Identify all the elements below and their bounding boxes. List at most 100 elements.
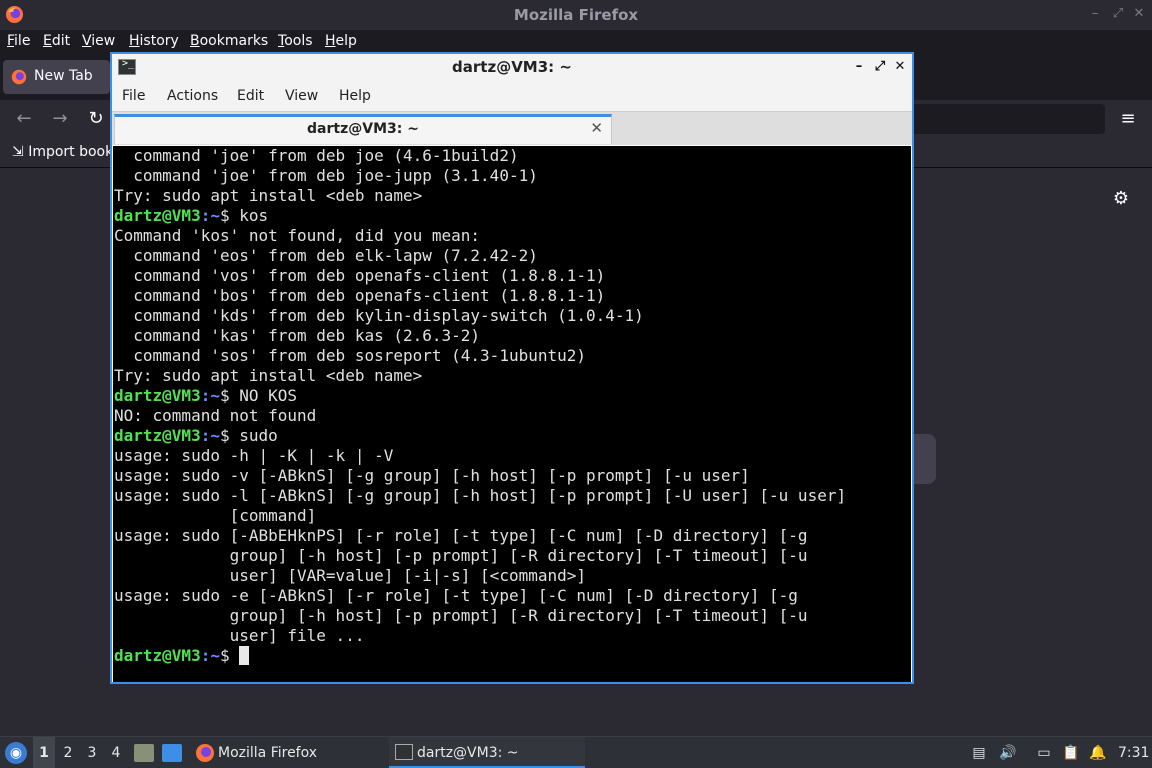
output-text: Try: sudo apt install <deb name> xyxy=(114,366,423,385)
output-text: Command 'kos' not found, did you mean: xyxy=(114,226,481,245)
prompt-user: dartz@VM3 xyxy=(114,426,201,445)
prompt-path: :~ xyxy=(200,426,220,445)
url-bar[interactable] xyxy=(900,104,1105,134)
network-icon[interactable]: ▭ xyxy=(1035,744,1053,762)
file-manager-icon[interactable] xyxy=(134,744,154,762)
prompt-path: :~ xyxy=(200,386,220,405)
tab-close-icon[interactable]: ✕ xyxy=(590,119,603,137)
terminal-line: usage: sudo -h | -K | -k | -V xyxy=(114,446,393,466)
command-text: $ xyxy=(219,646,240,665)
prompt-path: :~ xyxy=(200,206,220,225)
terminal-output[interactable]: command 'joe' from deb joe (4.6-1build2)… xyxy=(113,146,911,682)
clock: 7:31 xyxy=(1118,745,1150,761)
output-text: usage: sudo -l [-ABknS] [-g group] [-h h… xyxy=(114,486,847,505)
updates-icon[interactable]: ▤ xyxy=(970,744,988,762)
terminal-tab-title: dartz@VM3: ~ xyxy=(307,121,419,137)
menu-help[interactable]: Help xyxy=(325,33,357,49)
terminal-titlebar: >_ dartz@VM3: ~ – ⤢ ✕ xyxy=(112,54,912,81)
terminal-line: group] [-h host] [-p prompt] [-R directo… xyxy=(114,606,808,626)
forward-icon[interactable]: → xyxy=(49,108,71,130)
output-text: usage: sudo -h | -K | -k | -V xyxy=(114,446,394,465)
back-icon[interactable]: ← xyxy=(13,108,35,130)
maximize-icon[interactable]: ⤢ xyxy=(1110,6,1126,22)
firefox-titlebar: Mozilla Firefox – ⤢ ✕ xyxy=(0,0,1152,30)
command-text: $ kos xyxy=(219,206,269,225)
terminal-line: dartz@VM3:~$ sudo xyxy=(114,426,278,446)
task-firefox-label: Mozilla Firefox xyxy=(218,745,318,761)
output-text: group] [-h host] [-p prompt] [-R directo… xyxy=(114,546,808,565)
terminal-line: usage: sudo -l [-ABknS] [-g group] [-h h… xyxy=(114,486,846,506)
workspace-4[interactable]: 4 xyxy=(105,737,127,768)
menu-file[interactable]: File xyxy=(7,33,30,49)
terminal-line: command 'kas' from deb kas (2.6.3-2) xyxy=(114,326,480,346)
terminal-task-icon xyxy=(395,744,413,760)
output-text: command 'sos' from deb sosreport (4.3-1u… xyxy=(114,346,587,365)
terminal-line: NO: command not found xyxy=(114,406,316,426)
terminal-line: usage: sudo -v [-ABknS] [-g group] [-h h… xyxy=(114,466,750,486)
output-text: Try: sudo apt install <deb name> xyxy=(114,186,423,205)
terminal-menu-help[interactable]: Help xyxy=(339,88,371,104)
notification-icon[interactable]: 🔔 xyxy=(1089,744,1107,762)
terminal-tab[interactable]: dartz@VM3: ~ ✕ xyxy=(114,114,612,144)
hamburger-menu-icon[interactable]: ≡ xyxy=(1118,109,1138,129)
terminal-line: command 'bos' from deb openafs-client (1… xyxy=(114,286,605,306)
clipboard-icon[interactable]: 📋 xyxy=(1062,744,1080,762)
gear-icon[interactable]: ⚙ xyxy=(1111,189,1131,209)
firefox-menubar: File Edit View History Bookmarks Tools H… xyxy=(0,30,1152,54)
output-text: usage: sudo -v [-ABknS] [-g group] [-h h… xyxy=(114,466,750,485)
output-text: command 'joe' from deb joe-jupp (3.1.40-… xyxy=(114,166,538,185)
terminal-menu-actions[interactable]: Actions xyxy=(167,88,218,104)
terminal-line: Command 'kos' not found, did you mean: xyxy=(114,226,480,246)
output-text: command 'eos' from deb elk-lapw (7.2.42-… xyxy=(114,246,538,265)
minimize-icon[interactable]: – xyxy=(1087,6,1103,22)
menu-bookmarks[interactable]: Bookmarks xyxy=(190,33,268,49)
menu-tools[interactable]: Tools xyxy=(278,33,313,49)
terminal-close-icon[interactable]: ✕ xyxy=(893,59,907,75)
reload-icon[interactable]: ↻ xyxy=(85,108,107,130)
menu-view[interactable]: View xyxy=(82,33,115,49)
volume-icon[interactable]: 🔊 xyxy=(999,744,1017,762)
terminal-line: dartz@VM3:~$ NO KOS xyxy=(114,386,297,406)
terminal-menu-view[interactable]: View xyxy=(285,88,318,104)
workspace-3[interactable]: 3 xyxy=(81,737,103,768)
terminal-line: command 'vos' from deb openafs-client (1… xyxy=(114,266,605,286)
workspace-1[interactable]: 1 xyxy=(33,737,55,768)
output-text: user] [VAR=value] [-i|-s] [<command>] xyxy=(114,566,587,585)
terminal-menu-edit[interactable]: Edit xyxy=(237,88,264,104)
close-icon[interactable]: ✕ xyxy=(1131,6,1147,22)
tab-new-tab[interactable]: New Tab xyxy=(3,60,110,94)
import-bookmarks-button[interactable]: ⇲ Import book xyxy=(12,144,113,160)
command-text: $ sudo xyxy=(219,426,278,445)
terminal-line: command 'eos' from deb elk-lapw (7.2.42-… xyxy=(114,246,538,266)
terminal-line: usage: sudo [-ABbEHknPS] [-r role] [-t t… xyxy=(114,526,808,546)
text-cursor xyxy=(239,646,250,665)
terminal-window: >_ dartz@VM3: ~ – ⤢ ✕ File Actions Edit … xyxy=(110,52,914,684)
show-desktop-icon[interactable] xyxy=(162,744,182,762)
terminal-title: dartz@VM3: ~ xyxy=(452,58,572,76)
start-menu-icon[interactable]: ◉ xyxy=(5,742,27,764)
task-firefox[interactable]: Mozilla Firefox xyxy=(192,737,387,768)
terminal-tabbar: dartz@VM3: ~ ✕ xyxy=(112,111,912,145)
prompt-user: dartz@VM3 xyxy=(114,386,201,405)
menu-history[interactable]: History xyxy=(129,33,179,49)
output-text: command 'bos' from deb openafs-client (1… xyxy=(114,286,606,305)
output-text: command 'vos' from deb openafs-client (1… xyxy=(114,266,606,285)
terminal-minimize-icon[interactable]: – xyxy=(852,59,866,75)
terminal-line: dartz@VM3:~$ xyxy=(114,646,250,666)
output-text: command 'kds' from deb kylin-display-swi… xyxy=(114,306,644,325)
prompt-path: :~ xyxy=(200,646,220,665)
terminal-line: Try: sudo apt install <deb name> xyxy=(114,186,422,206)
task-terminal[interactable]: dartz@VM3: ~ xyxy=(389,737,585,768)
import-bookmarks-label: Import book xyxy=(28,144,114,160)
terminal-maximize-icon[interactable]: ⤢ xyxy=(873,59,887,75)
output-text: user] file ... xyxy=(114,626,365,645)
terminal-line: command 'joe' from deb joe (4.6-1build2) xyxy=(114,146,518,166)
terminal-line: [command] xyxy=(114,506,317,526)
firefox-task-icon xyxy=(196,744,214,762)
terminal-line: command 'sos' from deb sosreport (4.3-1u… xyxy=(114,346,586,366)
terminal-menu-file[interactable]: File xyxy=(122,88,145,104)
workspace-2[interactable]: 2 xyxy=(57,737,79,768)
terminal-menubar: File Actions Edit View Help xyxy=(112,81,912,111)
task-terminal-label: dartz@VM3: ~ xyxy=(417,745,519,761)
menu-edit[interactable]: Edit xyxy=(43,33,70,49)
